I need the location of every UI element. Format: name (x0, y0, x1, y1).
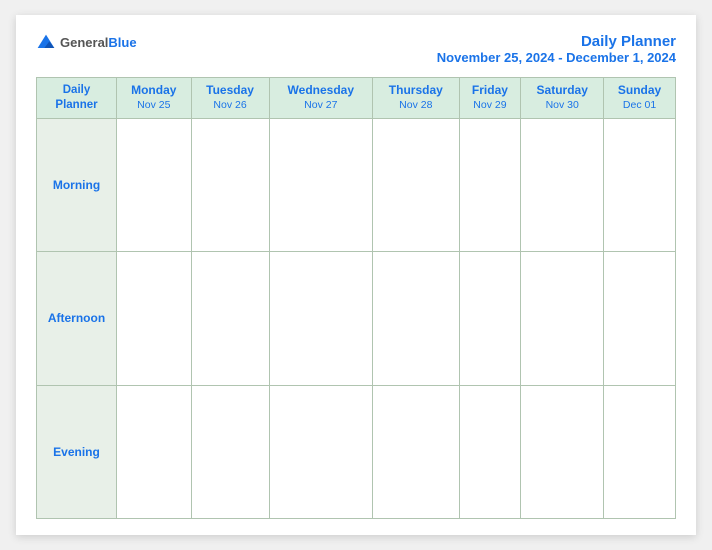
morning-friday-cell[interactable] (459, 118, 521, 251)
table-body: Morning Afternoon Evening (37, 118, 676, 518)
col-monday: Monday Nov 25 (117, 78, 192, 119)
afternoon-tuesday-cell[interactable] (191, 252, 269, 385)
col-wednesday-name: Wednesday (274, 83, 369, 99)
evening-saturday-cell[interactable] (521, 385, 604, 518)
afternoon-label: Afternoon (37, 252, 117, 385)
table-header: Daily Planner Monday Nov 25 Tuesday Nov … (37, 78, 676, 119)
col-friday-date: Nov 29 (464, 99, 517, 113)
title-area: Daily Planner November 25, 2024 - Decemb… (437, 33, 676, 65)
morning-saturday-cell[interactable] (521, 118, 604, 251)
evening-label: Evening (37, 385, 117, 518)
col-friday-name: Friday (464, 83, 517, 99)
col-monday-name: Monday (121, 83, 187, 99)
col-saturday: Saturday Nov 30 (521, 78, 604, 119)
header: GeneralBlue Daily Planner November 25, 2… (36, 33, 676, 65)
evening-sunday-cell[interactable] (604, 385, 676, 518)
planner-title: Daily Planner (437, 33, 676, 50)
table-row: Evening (37, 385, 676, 518)
morning-monday-cell[interactable] (117, 118, 192, 251)
col-sunday: Sunday Dec 01 (604, 78, 676, 119)
table-row: Afternoon (37, 252, 676, 385)
logo-general: General (60, 35, 108, 50)
morning-label: Morning (37, 118, 117, 251)
general-blue-logo-icon (36, 33, 56, 53)
evening-monday-cell[interactable] (117, 385, 192, 518)
evening-wednesday-cell[interactable] (269, 385, 373, 518)
header-label-line1: Daily (63, 84, 91, 96)
logo-text: GeneralBlue (60, 35, 137, 51)
planner-page: GeneralBlue Daily Planner November 25, 2… (16, 15, 696, 535)
col-saturday-name: Saturday (525, 83, 599, 99)
col-wednesday-date: Nov 27 (274, 99, 369, 113)
afternoon-thursday-cell[interactable] (373, 252, 459, 385)
evening-friday-cell[interactable] (459, 385, 521, 518)
evening-thursday-cell[interactable] (373, 385, 459, 518)
col-sunday-date: Dec 01 (608, 99, 671, 113)
afternoon-saturday-cell[interactable] (521, 252, 604, 385)
afternoon-sunday-cell[interactable] (604, 252, 676, 385)
col-tuesday-name: Tuesday (196, 83, 265, 99)
afternoon-wednesday-cell[interactable] (269, 252, 373, 385)
col-sunday-name: Sunday (608, 83, 671, 99)
table-row: Morning (37, 118, 676, 251)
col-friday: Friday Nov 29 (459, 78, 521, 119)
col-thursday-date: Nov 28 (377, 99, 454, 113)
table-label-header: Daily Planner (37, 78, 117, 119)
logo-blue: Blue (108, 35, 136, 50)
logo-area: GeneralBlue (36, 33, 137, 53)
planner-table: Daily Planner Monday Nov 25 Tuesday Nov … (36, 77, 676, 519)
col-thursday-name: Thursday (377, 83, 454, 99)
morning-wednesday-cell[interactable] (269, 118, 373, 251)
header-label-line2: Planner (55, 99, 97, 111)
afternoon-monday-cell[interactable] (117, 252, 192, 385)
col-wednesday: Wednesday Nov 27 (269, 78, 373, 119)
col-saturday-date: Nov 30 (525, 99, 599, 113)
header-row: Daily Planner Monday Nov 25 Tuesday Nov … (37, 78, 676, 119)
col-tuesday: Tuesday Nov 26 (191, 78, 269, 119)
col-monday-date: Nov 25 (121, 99, 187, 113)
morning-thursday-cell[interactable] (373, 118, 459, 251)
date-range: November 25, 2024 - December 1, 2024 (437, 50, 676, 65)
col-tuesday-date: Nov 26 (196, 99, 265, 113)
morning-tuesday-cell[interactable] (191, 118, 269, 251)
morning-sunday-cell[interactable] (604, 118, 676, 251)
evening-tuesday-cell[interactable] (191, 385, 269, 518)
col-thursday: Thursday Nov 28 (373, 78, 459, 119)
afternoon-friday-cell[interactable] (459, 252, 521, 385)
